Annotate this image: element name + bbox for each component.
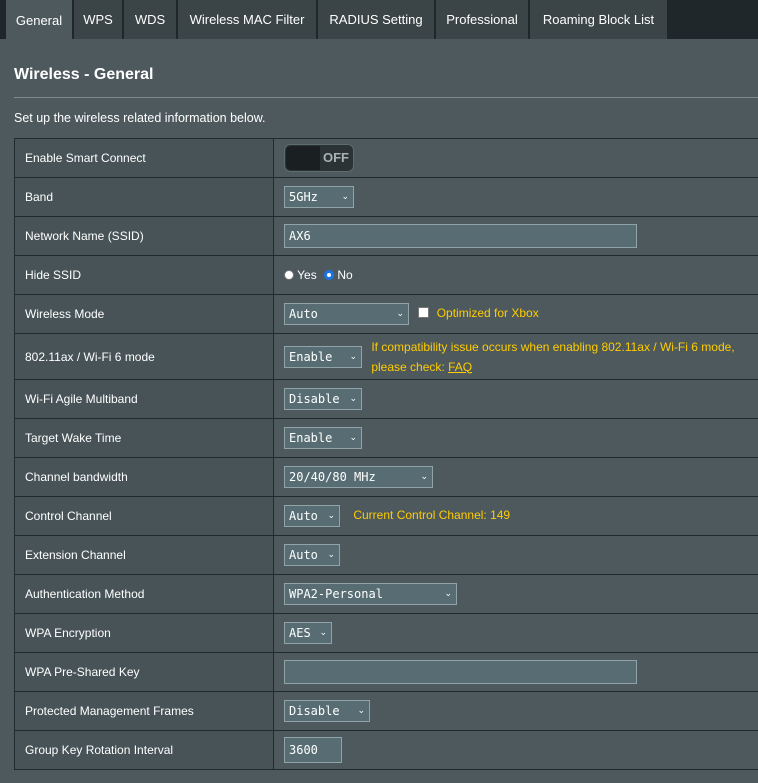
tab-bar: General WPS WDS Wireless MAC Filter RADI…	[0, 0, 758, 41]
target-wake-select[interactable]: Enable ⌄	[284, 427, 362, 449]
row-smart-connect: Enable Smart Connect OFF	[14, 138, 758, 178]
ssid-input[interactable]: AX6	[284, 224, 637, 248]
band-select[interactable]: 5GHz ⌄	[284, 186, 354, 208]
chevron-down-icon: ⌄	[327, 550, 335, 560]
control-channel-label: Control Channel	[14, 496, 274, 536]
chevron-down-icon: ⌄	[349, 433, 357, 443]
chevron-down-icon: ⌄	[349, 394, 357, 404]
chevron-down-icon: ⌄	[319, 628, 327, 638]
pmf-select[interactable]: Disable ⌄	[284, 700, 370, 722]
pmf-label: Protected Management Frames	[14, 691, 274, 731]
xbox-checkbox[interactable]	[418, 307, 430, 319]
wpa-psk-label: WPA Pre-Shared Key	[14, 652, 274, 692]
wpa-psk-input[interactable]	[284, 660, 637, 684]
ssid-label: Network Name (SSID)	[14, 216, 274, 256]
tab-wds[interactable]: WDS	[124, 0, 176, 39]
page-title: Wireless - General	[14, 66, 154, 83]
agile-multiband-select[interactable]: Disable ⌄	[284, 388, 362, 410]
channel-bandwidth-select[interactable]: 20/40/80 MHz ⌄	[284, 466, 433, 488]
chevron-down-icon: ⌄	[357, 706, 365, 716]
wpa-encryption-label: WPA Encryption	[14, 613, 274, 653]
hide-ssid-yes-label: Yes	[297, 268, 317, 282]
row-channel-bandwidth: Channel bandwidth 20/40/80 MHz ⌄	[14, 457, 758, 497]
content-panel: Wireless - General Set up the wireless r…	[6, 39, 758, 783]
gk-rotation-label: Group Key Rotation Interval	[14, 730, 274, 770]
tab-general[interactable]: General	[6, 0, 72, 41]
auth-method-label: Authentication Method	[14, 574, 274, 614]
hide-ssid-yes-radio[interactable]	[284, 270, 294, 280]
faq-link[interactable]: FAQ	[448, 360, 472, 374]
extension-channel-select[interactable]: Auto ⌄	[284, 544, 340, 566]
row-wireless-mode: Wireless Mode Auto ⌄ Optimized for Xbox	[14, 294, 758, 334]
row-band: Band 5GHz ⌄	[14, 177, 758, 217]
chevron-down-icon: ⌄	[396, 309, 404, 319]
toggle-knob	[286, 146, 320, 170]
hide-ssid-no-radio[interactable]	[324, 270, 335, 280]
channel-bandwidth-label: Channel bandwidth	[14, 457, 274, 497]
auth-method-select[interactable]: WPA2-Personal ⌄	[284, 583, 457, 605]
gk-rotation-input[interactable]: 3600	[284, 737, 342, 763]
row-agile-multiband: Wi-Fi Agile Multiband Disable ⌄	[14, 379, 758, 419]
chevron-down-icon: ⌄	[444, 589, 452, 599]
toggle-state: OFF	[323, 150, 349, 165]
wifi6-mode-select[interactable]: Enable ⌄	[284, 345, 362, 368]
row-control-channel: Control Channel Auto ⌄ Current Control Ch…	[14, 496, 758, 536]
row-wifi6-mode: 802.11ax / Wi-Fi 6 mode Enable ⌄ If compa…	[14, 333, 758, 380]
row-hide-ssid: Hide SSID Yes No	[14, 255, 758, 295]
extension-channel-label: Extension Channel	[14, 535, 274, 575]
xbox-label: Optimized for Xbox	[436, 306, 539, 321]
row-ssid: Network Name (SSID) AX6	[14, 216, 758, 256]
wpa-encryption-select[interactable]: AES ⌄	[284, 622, 332, 644]
row-pmf: Protected Management Frames Disable ⌄	[14, 691, 758, 731]
chevron-down-icon: ⌄	[327, 511, 335, 521]
tab-wps[interactable]: WPS	[74, 0, 122, 39]
settings-table: Enable Smart Connect OFF Band 5GHz ⌄ Netw…	[14, 138, 758, 770]
chevron-down-icon: ⌄	[349, 351, 357, 362]
current-channel-note: Current Control Channel: 149	[353, 508, 511, 523]
wireless-mode-label: Wireless Mode	[14, 294, 274, 334]
row-auth-method: Authentication Method WPA2-Personal ⌄	[14, 574, 758, 614]
hide-ssid-label: Hide SSID	[14, 255, 274, 295]
row-wpa-psk: WPA Pre-Shared Key	[14, 652, 758, 692]
wifi6-mode-label: 802.11ax / Wi-Fi 6 mode	[14, 333, 274, 380]
hide-ssid-no-label: No	[337, 268, 353, 282]
row-target-wake-time: Target Wake Time Enable ⌄	[14, 418, 758, 458]
title-divider	[14, 97, 758, 98]
control-channel-select[interactable]: Auto ⌄	[284, 505, 340, 527]
chevron-down-icon: ⌄	[341, 192, 349, 202]
row-gk-rotation: Group Key Rotation Interval 3600	[14, 730, 758, 770]
tab-roaming-block-list[interactable]: Roaming Block List	[530, 0, 667, 39]
chevron-down-icon: ⌄	[420, 472, 428, 482]
tab-wireless-mac-filter[interactable]: Wireless MAC Filter	[178, 0, 316, 39]
row-extension-channel: Extension Channel Auto ⌄	[14, 535, 758, 575]
smart-connect-label: Enable Smart Connect	[14, 138, 274, 178]
band-label: Band	[14, 177, 274, 217]
row-wpa-encryption: WPA Encryption AES ⌄	[14, 613, 758, 653]
wifi6-note: If compatibility issue occurs when enabl…	[371, 339, 735, 374]
tab-professional[interactable]: Professional	[436, 0, 528, 39]
page-description: Set up the wireless related information …	[14, 111, 266, 125]
smart-connect-toggle[interactable]: OFF	[284, 144, 354, 172]
agile-multiband-label: Wi-Fi Agile Multiband	[14, 379, 274, 419]
tab-radius-setting[interactable]: RADIUS Setting	[318, 0, 434, 39]
wireless-mode-select[interactable]: Auto ⌄	[284, 303, 409, 325]
target-wake-label: Target Wake Time	[14, 418, 274, 458]
